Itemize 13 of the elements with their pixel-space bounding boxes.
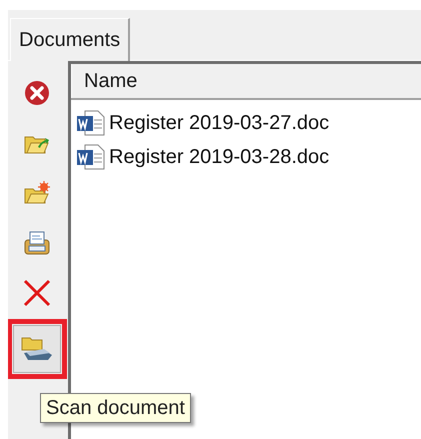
word-document-icon [75,144,107,170]
documents-tab[interactable]: Documents [10,18,130,61]
column-header[interactable]: Name [71,64,421,98]
tooltip: Scan document [40,393,191,423]
word-document-icon [75,110,107,136]
folder-star-icon [24,181,50,205]
file-name[interactable]: Register 2019-03-27.doc [109,108,330,138]
file-name[interactable]: Register 2019-03-28.doc [109,142,330,172]
printer-icon [23,230,51,256]
scanner-icon [20,335,54,363]
scan-button[interactable] [13,325,61,373]
cancel-icon [24,80,50,106]
delete-icon [23,279,51,307]
